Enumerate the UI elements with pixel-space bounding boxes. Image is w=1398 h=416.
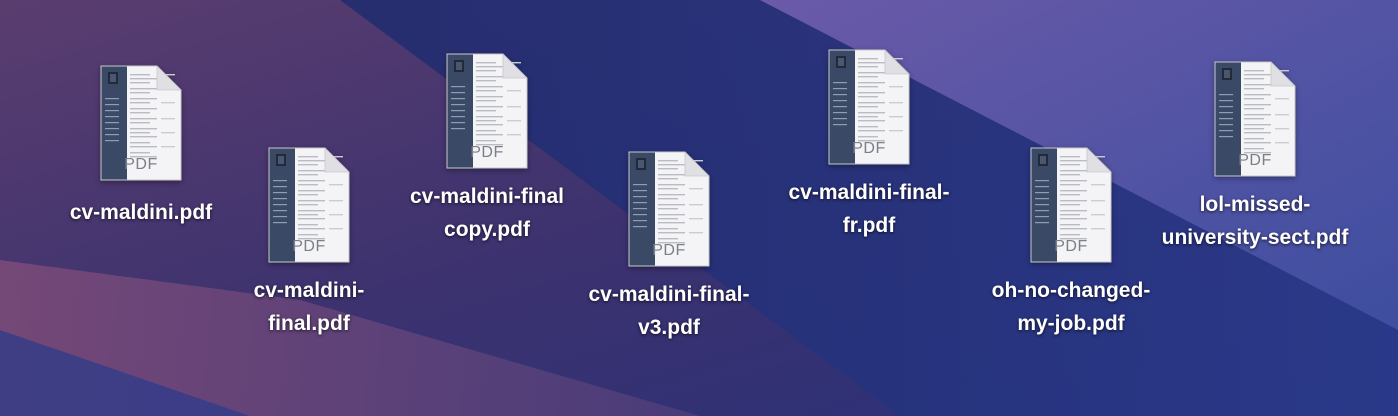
pdf-badge: PDF	[124, 156, 158, 173]
desktop-file-icon[interactable]: PDF lol-missed-university-sect.pdf	[1150, 60, 1360, 254]
pdf-badge: PDF	[1238, 152, 1272, 169]
file-name-label[interactable]: lol-missed-university-sect.pdf	[1150, 188, 1360, 254]
pdf-document-icon: PDF	[267, 146, 351, 264]
pdf-badge: PDF	[852, 140, 886, 157]
file-name-label[interactable]: cv-maldini-final-v3.pdf	[564, 278, 774, 344]
pdf-document-icon: PDF	[627, 150, 711, 268]
file-name-label[interactable]: cv-maldini-final copy.pdf	[382, 180, 592, 246]
pdf-document-icon: PDF	[1029, 146, 1113, 264]
pdf-document-icon: PDF	[445, 52, 529, 170]
desktop-file-icon[interactable]: PDF cv-maldini-final-v3.pdf	[564, 150, 774, 344]
file-name-label[interactable]: oh-no-changed-my-job.pdf	[966, 274, 1176, 340]
pdf-badge: PDF	[652, 242, 686, 259]
desktop-file-icon[interactable]: PDF cv-maldini-final-fr.pdf	[764, 48, 974, 242]
pdf-badge: PDF	[470, 144, 504, 161]
pdf-badge: PDF	[1054, 238, 1088, 255]
pdf-badge: PDF	[292, 238, 326, 255]
desktop-file-icon[interactable]: PDF cv-maldini-final copy.pdf	[382, 52, 592, 246]
pdf-document-icon: PDF	[99, 64, 183, 182]
file-name-label[interactable]: cv-maldini-final-fr.pdf	[764, 176, 974, 242]
pdf-document-icon: PDF	[827, 48, 911, 166]
desktop-file-icon[interactable]: PDF oh-no-changed-my-job.pdf	[966, 146, 1176, 340]
pdf-document-icon: PDF	[1213, 60, 1297, 178]
file-name-label[interactable]: cv-maldini-final.pdf	[204, 274, 414, 340]
